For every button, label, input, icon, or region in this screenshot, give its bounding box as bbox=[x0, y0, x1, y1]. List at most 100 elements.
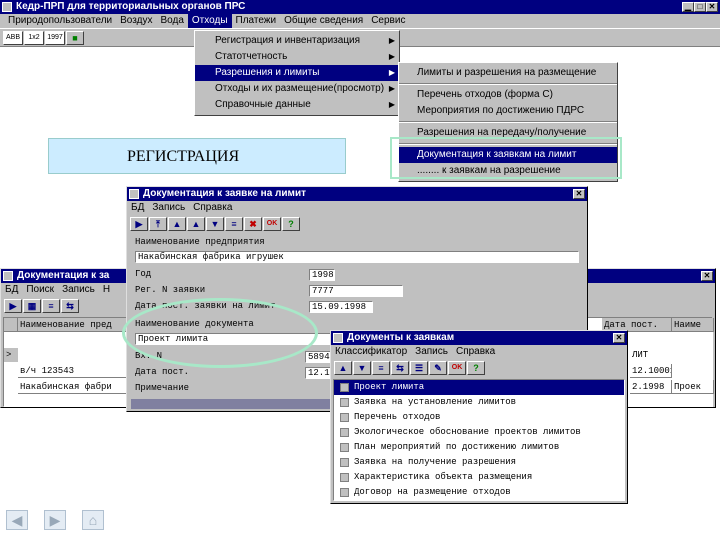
menu-general[interactable]: Общие сведения bbox=[280, 14, 367, 28]
dd-reference[interactable]: Справочные данные ▶ bbox=[195, 97, 399, 113]
sub-measures[interactable]: Мероприятия по достижению ПДРС bbox=[399, 103, 617, 119]
enterprise-field[interactable]: Накабинская фабрика игрушек bbox=[135, 251, 579, 263]
list-icon[interactable]: ☰ bbox=[410, 361, 428, 375]
table-row[interactable]: в/ч 123543 bbox=[18, 364, 138, 378]
home-icon[interactable]: ⌂ bbox=[82, 510, 104, 530]
table-row-date[interactable]: 2.1998 bbox=[630, 380, 672, 394]
menu-users[interactable]: Природопользователи bbox=[4, 14, 116, 28]
enterprise-label: Наименование предприятия bbox=[135, 237, 265, 247]
close-button[interactable]: ✕ bbox=[706, 2, 718, 12]
grid-button[interactable]: 1x2 bbox=[24, 31, 44, 45]
abc-button[interactable]: ABB bbox=[3, 31, 23, 45]
menu-payments[interactable]: Платежи bbox=[232, 14, 281, 28]
add-record-icon[interactable]: ≡ bbox=[372, 361, 390, 375]
next-slide-button[interactable]: ▶ bbox=[44, 510, 66, 530]
doc-window-toolbar: ▶ ⤒ ▲ ▲ ▼ ≡ ✖ OK? bbox=[127, 215, 587, 233]
doc-menu-db[interactable]: БД bbox=[127, 201, 148, 215]
grid-col-name2[interactable]: Наиме bbox=[672, 318, 714, 332]
ok-icon[interactable]: OK bbox=[448, 361, 466, 375]
app-icon bbox=[2, 2, 12, 12]
nav-up-icon[interactable]: ▲ bbox=[168, 217, 186, 231]
list-item[interactable]: Договор на размещение отходов bbox=[334, 485, 624, 500]
list-item[interactable]: Проект лимита bbox=[334, 380, 624, 395]
table-row-name2[interactable]: Проек bbox=[672, 380, 714, 394]
minimize-button[interactable]: ▁ bbox=[682, 2, 694, 12]
docs-window-toolbar: ▲ ▼ ≡ ⇆ ☰ ✎ OK? bbox=[331, 359, 627, 377]
waste-dropdown: Регистрация и инвентаризация ▶ Статотчетн… bbox=[194, 30, 400, 116]
add-record-icon[interactable]: ≡ bbox=[225, 217, 243, 231]
list-item[interactable]: Характеристика объекта размещения bbox=[334, 470, 624, 485]
help-icon[interactable]: ? bbox=[467, 361, 485, 375]
app-titlebar: Кедр-ПРП для территориальных органов ПРС… bbox=[0, 0, 720, 14]
checkbox-icon bbox=[340, 398, 349, 407]
back-window-close-button[interactable]: ✕ bbox=[701, 271, 713, 281]
doc-window-menubar: БД Запись Справка bbox=[127, 201, 587, 215]
menu-waste[interactable]: Отходы bbox=[187, 14, 232, 28]
dd-permits[interactable]: Разрешения и лимиты ▶ bbox=[195, 65, 399, 81]
sub-waste-list[interactable]: Перечень отходов (форма С) bbox=[399, 87, 617, 103]
prev-slide-button[interactable]: ◀ bbox=[6, 510, 28, 530]
dd-registration[interactable]: Регистрация и инвентаризация ▶ bbox=[195, 33, 399, 49]
nav-first-icon[interactable]: ▶ bbox=[4, 299, 22, 313]
doc-menu-record[interactable]: Запись bbox=[148, 201, 189, 215]
list-item[interactable]: Перечень отходов bbox=[334, 410, 624, 425]
table-row[interactable]: Накабинская фабри bbox=[18, 380, 138, 394]
reg-number-label: Рег. N заявки bbox=[135, 285, 206, 295]
nav-down-icon[interactable]: ▼ bbox=[206, 217, 224, 231]
sort-icon[interactable]: ⇆ bbox=[61, 299, 79, 313]
doc-window-close-button[interactable]: ✕ bbox=[573, 189, 585, 199]
list-item[interactable]: Заявка на получение разрешения bbox=[334, 455, 624, 470]
nav-first-icon[interactable]: ▶ bbox=[130, 217, 148, 231]
edit-icon[interactable]: ✎ bbox=[429, 361, 447, 375]
maximize-button[interactable]: □ bbox=[694, 2, 706, 12]
grid-col-date-sub: ЛИТ bbox=[632, 350, 649, 360]
reg-number-field[interactable]: 7777 bbox=[309, 285, 403, 297]
menu-service[interactable]: Сервис bbox=[367, 14, 409, 28]
add-icon[interactable]: ≡ bbox=[42, 299, 60, 313]
window-icon bbox=[333, 333, 343, 343]
back-menu-search[interactable]: Поиск bbox=[22, 283, 58, 297]
list-item[interactable]: Заявка на установление лимитов bbox=[334, 395, 624, 410]
app-title: Кедр-ПРП для территориальных органов ПРС bbox=[16, 1, 246, 12]
docs-menu-record[interactable]: Запись bbox=[411, 345, 452, 359]
docs-menu-help[interactable]: Справка bbox=[452, 345, 499, 359]
nav-top-icon[interactable]: ⤒ bbox=[149, 217, 167, 231]
dd-statreport[interactable]: Статотчетность ▶ bbox=[195, 49, 399, 65]
back-menu-record[interactable]: Запись bbox=[58, 283, 99, 297]
back-menu-db[interactable]: БД bbox=[1, 283, 22, 297]
doc-menu-help[interactable]: Справка bbox=[189, 201, 236, 215]
request-date-field[interactable]: 15.09.1998 bbox=[309, 301, 373, 313]
table-icon[interactable]: ▦ bbox=[23, 299, 41, 313]
nav-down-icon[interactable]: ▼ bbox=[353, 361, 371, 375]
docs-list: Проект лимита Заявка на установление лим… bbox=[333, 379, 625, 501]
docs-menu-classifier[interactable]: Классификатор bbox=[331, 345, 411, 359]
exit-icon[interactable]: ■ bbox=[66, 31, 84, 45]
menu-water[interactable]: Вода bbox=[156, 14, 187, 28]
docs-window-close-button[interactable]: ✕ bbox=[613, 333, 625, 343]
dd-waste-view[interactable]: Отходы и их размещение(просмотр) ▶ bbox=[195, 81, 399, 97]
nav-prev-icon[interactable]: ▲ bbox=[187, 217, 205, 231]
year-button[interactable]: 1997 bbox=[45, 31, 65, 45]
help-icon[interactable]: ? bbox=[282, 217, 300, 231]
back-menu-n[interactable]: Н bbox=[99, 283, 114, 297]
checkbox-icon bbox=[340, 428, 349, 437]
menu-separator bbox=[399, 121, 617, 123]
note-label: Примечание bbox=[135, 383, 190, 393]
sub-limits[interactable]: Лимиты и разрешения на размещение bbox=[399, 65, 617, 81]
ok-icon[interactable]: OK bbox=[263, 217, 281, 231]
year-label: Год bbox=[135, 269, 152, 279]
grid-col-name[interactable]: Наименование пред bbox=[18, 318, 138, 332]
grid-col-header[interactable] bbox=[4, 318, 18, 332]
nav-up-icon[interactable]: ▲ bbox=[334, 361, 352, 375]
back-window-title: Документация к за bbox=[17, 270, 110, 281]
delete-record-icon[interactable]: ✖ bbox=[244, 217, 262, 231]
sort-icon[interactable]: ⇆ bbox=[391, 361, 409, 375]
list-item[interactable]: План мероприятий по достижению лимитов bbox=[334, 440, 624, 455]
table-row-date[interactable]: 12.10001 bbox=[630, 364, 672, 378]
date2-label: Дата пост. bbox=[135, 367, 190, 377]
year-field[interactable]: 1998 bbox=[309, 269, 335, 281]
list-item[interactable]: Экологическое обоснование проектов лимит… bbox=[334, 425, 624, 440]
checkbox-icon bbox=[340, 413, 349, 422]
docs-window-titlebar: Документы к заявкам ✕ bbox=[331, 331, 627, 345]
menu-air[interactable]: Воздух bbox=[116, 14, 156, 28]
